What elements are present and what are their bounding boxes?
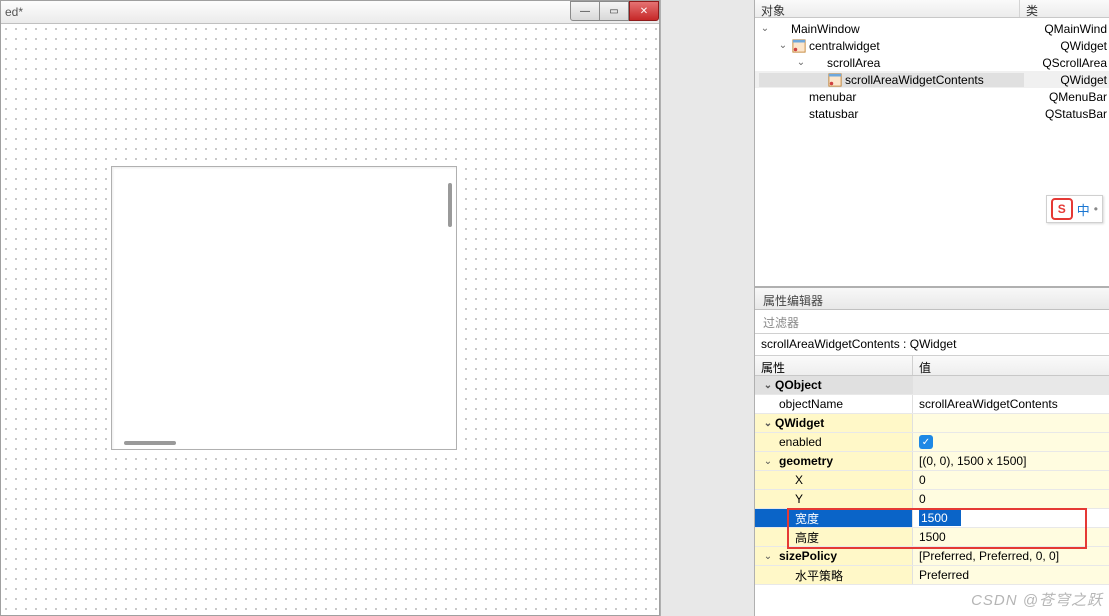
- tree-item-label: centralwidget: [809, 39, 880, 53]
- tree-header-object[interactable]: 对象: [755, 0, 1020, 17]
- tree-item-class: QWidget: [1060, 73, 1109, 87]
- chevron-down-icon[interactable]: ⌄: [777, 40, 789, 51]
- minimize-button[interactable]: —: [570, 1, 600, 21]
- width-input[interactable]: [919, 510, 961, 526]
- widget-icon: [791, 39, 807, 53]
- window-titlebar: ed* — ▭ ✕: [1, 1, 659, 24]
- group-qobject[interactable]: ⌄QObject: [755, 376, 1109, 395]
- prop-height[interactable]: 高度 1500: [755, 528, 1109, 547]
- maximize-button[interactable]: ▭: [599, 1, 629, 21]
- prop-width[interactable]: 宽度: [755, 509, 1109, 528]
- tree-item-menubar[interactable]: menubar QMenuBar: [755, 88, 1109, 105]
- chevron-down-icon[interactable]: ⌄: [761, 456, 775, 467]
- tree-item-label: scrollArea: [827, 56, 880, 70]
- horizontal-scrollbar[interactable]: [124, 441, 176, 445]
- prop-y[interactable]: Y 0: [755, 490, 1109, 509]
- blank-icon: [809, 56, 825, 70]
- blank-icon: [773, 22, 789, 36]
- chevron-down-icon[interactable]: ⌄: [759, 23, 771, 34]
- tree-item-centralwidget[interactable]: ⌄ centralwidget QWidget: [755, 37, 1109, 54]
- tree-header-class[interactable]: 类: [1020, 0, 1044, 17]
- blank-icon: [791, 107, 807, 121]
- tree-item-label: MainWindow: [791, 22, 860, 36]
- prop-x[interactable]: X 0: [755, 471, 1109, 490]
- ime-mode-label: 中: [1077, 200, 1090, 219]
- panel-splitter[interactable]: [660, 0, 755, 616]
- group-qwidget[interactable]: ⌄QWidget: [755, 414, 1109, 433]
- ime-more-icon: •: [1094, 202, 1098, 216]
- ime-indicator[interactable]: S 中 •: [1046, 195, 1103, 223]
- chevron-down-icon[interactable]: ⌄: [761, 418, 775, 429]
- tree-item-scrollarea[interactable]: ⌄ scrollArea QScrollArea: [755, 54, 1109, 71]
- tree-item-class: QWidget: [1060, 39, 1109, 53]
- prop-objectname[interactable]: objectName scrollAreaWidgetContents: [755, 395, 1109, 414]
- chevron-down-icon[interactable]: ⌄: [795, 57, 807, 68]
- prop-geometry[interactable]: ⌄geometry [(0, 0), 1500 x 1500]: [755, 452, 1109, 471]
- tree-item-label: menubar: [809, 90, 856, 104]
- tree-item-mainwindow[interactable]: ⌄ MainWindow QMainWind: [755, 20, 1109, 37]
- prop-hpolicy[interactable]: 水平策略 Preferred: [755, 566, 1109, 585]
- property-header-value[interactable]: 值: [913, 356, 937, 375]
- vertical-scrollbar[interactable]: [448, 183, 452, 227]
- widget-icon: [827, 73, 843, 87]
- window-title: ed*: [1, 5, 570, 19]
- tree-item-class: QMenuBar: [1049, 90, 1109, 104]
- design-grid[interactable]: [1, 24, 659, 615]
- property-object-line: scrollAreaWidgetContents : QWidget: [755, 334, 1109, 356]
- tree-item-scrollareawidgetcontents[interactable]: scrollAreaWidgetContents QWidget: [755, 71, 1109, 88]
- tree-item-statusbar[interactable]: statusbar QStatusBar: [755, 105, 1109, 122]
- blank-icon: [791, 90, 807, 104]
- tree-item-label: statusbar: [809, 107, 858, 121]
- checkbox-checked-icon[interactable]: ✓: [919, 435, 933, 449]
- prop-enabled[interactable]: enabled ✓: [755, 433, 1109, 452]
- tree-item-label: scrollAreaWidgetContents: [845, 73, 984, 87]
- form-design-area[interactable]: ed* — ▭ ✕: [0, 0, 660, 616]
- tree-item-class: QMainWind: [1044, 22, 1109, 36]
- object-inspector: 对象 类 ⌄MainWindowQMainWind⌄centralwidgetQ…: [755, 0, 1109, 287]
- property-header-name[interactable]: 属性: [755, 356, 913, 375]
- sogou-icon: S: [1051, 198, 1073, 220]
- tree-item-class: QStatusBar: [1045, 107, 1109, 121]
- property-rows: ⌄QObject objectName scrollAreaWidgetCont…: [755, 376, 1109, 616]
- tree-item-class: QScrollArea: [1042, 56, 1109, 70]
- prop-sizepolicy[interactable]: ⌄sizePolicy [Preferred, Preferred, 0, 0]: [755, 547, 1109, 566]
- property-filter-input[interactable]: 过滤器: [755, 310, 1109, 334]
- chevron-down-icon[interactable]: ⌄: [761, 380, 775, 391]
- property-header: 属性 值: [755, 356, 1109, 376]
- chevron-down-icon[interactable]: ⌄: [761, 551, 775, 562]
- tree-header: 对象 类: [755, 0, 1109, 18]
- property-editor-title: 属性编辑器: [755, 288, 1109, 310]
- property-editor: 属性编辑器 过滤器 scrollAreaWidgetContents : QWi…: [755, 287, 1109, 616]
- close-button[interactable]: ✕: [629, 1, 659, 21]
- scroll-area-widget[interactable]: [111, 166, 457, 450]
- object-tree[interactable]: ⌄MainWindowQMainWind⌄centralwidgetQWidge…: [755, 18, 1109, 286]
